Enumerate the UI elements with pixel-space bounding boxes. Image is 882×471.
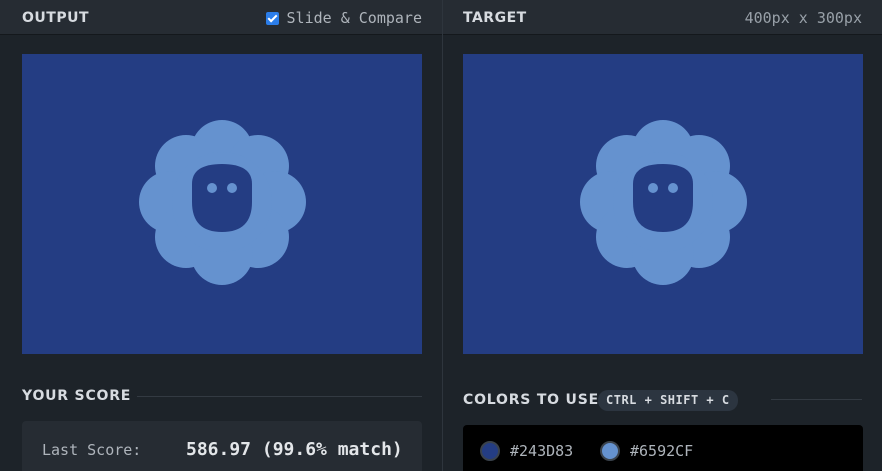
output-flower-drawing <box>139 120 306 285</box>
colors-divider <box>771 399 862 400</box>
target-flower-drawing <box>580 120 747 285</box>
left-eye <box>648 183 658 193</box>
output-header: OUTPUT Slide & Compare <box>0 0 442 35</box>
color-item[interactable]: #243D83 <box>480 441 573 461</box>
color-item[interactable]: #6592CF <box>600 441 693 461</box>
score-divider <box>137 396 422 397</box>
color-hex: #6592CF <box>630 442 694 460</box>
output-panel: OUTPUT Slide & Compare YOUR SCORE Last S… <box>0 0 442 471</box>
color-swatch[interactable] <box>480 441 500 461</box>
target-panel: TARGET 400px x 300px COLORS TO USE CTRL … <box>443 0 882 471</box>
face <box>633 164 693 232</box>
last-score-label: Last Score: <box>42 441 142 459</box>
left-eye <box>207 183 217 193</box>
right-eye <box>668 183 678 193</box>
color-hex: #243D83 <box>510 442 574 460</box>
score-box: Last Score: 586.97 (99.6% match) <box>22 421 422 471</box>
colors-box: #243D83 #6592CF <box>463 425 863 471</box>
slide-compare-toggle[interactable]: Slide & Compare <box>265 9 422 27</box>
color-swatch[interactable] <box>600 441 620 461</box>
target-canvas <box>463 54 863 354</box>
last-score-value: 586.97 (99.6% match) <box>186 439 403 460</box>
right-eye <box>227 183 237 193</box>
target-dimensions: 400px x 300px <box>744 9 862 27</box>
colors-title: COLORS TO USE <box>463 392 599 408</box>
target-header: TARGET 400px x 300px <box>443 0 882 35</box>
target-title: TARGET <box>463 10 527 26</box>
output-canvas[interactable] <box>22 54 422 354</box>
score-title: YOUR SCORE <box>22 388 132 404</box>
output-title: OUTPUT <box>22 10 89 26</box>
copy-colors-shortcut: CTRL + SHIFT + C <box>598 390 738 411</box>
face <box>192 164 252 232</box>
slide-compare-label: Slide & Compare <box>286 9 422 27</box>
slide-compare-checkbox[interactable] <box>265 11 279 25</box>
